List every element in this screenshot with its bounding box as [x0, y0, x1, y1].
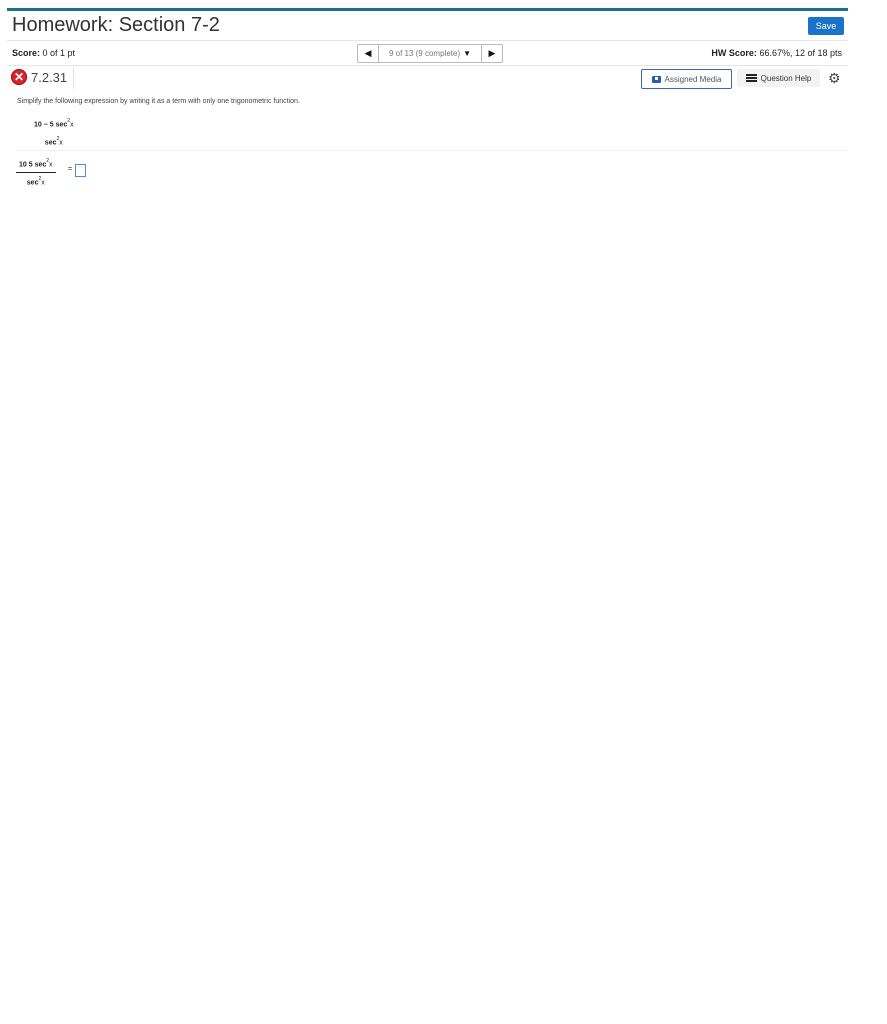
- hw-score-label: HW Score:: [711, 48, 757, 58]
- assigned-media-button[interactable]: Assigned Media: [641, 69, 732, 89]
- score: Score: 0 of 1 pt: [12, 48, 75, 58]
- page-title: Homework: Section 7-2: [12, 14, 220, 36]
- list-icon: [745, 74, 757, 82]
- fraction-numerator: 10 5 sec2x: [19, 158, 53, 169]
- question-help-button[interactable]: Question Help: [737, 69, 820, 87]
- fraction-bar: [31, 132, 77, 133]
- question-id-group: ✕ 7.2.31: [11, 69, 67, 85]
- fraction-numerator: 10 − 5 sec2x: [34, 118, 74, 129]
- fraction-bar: [16, 172, 56, 174]
- top-accent-bar: [7, 8, 848, 11]
- hw-score: HW Score: 66.67%, 12 of 18 pts: [711, 48, 842, 58]
- triangle-left-icon: ◀: [364, 48, 372, 58]
- question-position-text: 9 of 13 (9 complete): [388, 49, 461, 58]
- score-value: 0 of 1 pt: [42, 48, 76, 58]
- answer-input[interactable]: [75, 164, 86, 177]
- assigned-media-label: Assigned Media: [664, 74, 722, 84]
- incorrect-x-icon: ✕: [11, 69, 27, 85]
- triangle-right-icon: ▶: [488, 48, 496, 58]
- question-id: 7.2.31: [31, 69, 68, 85]
- previous-question-button[interactable]: ◀: [358, 45, 379, 62]
- score-label: Score:: [12, 48, 41, 58]
- next-question-button[interactable]: ▶: [481, 45, 502, 62]
- divider: [16, 150, 847, 151]
- fraction-denominator: sec2x: [26, 176, 45, 187]
- save-button[interactable]: Save: [808, 17, 844, 35]
- gear-icon[interactable]: ⚙: [828, 71, 841, 85]
- question-selector-dropdown[interactable]: 9 of 13 (9 complete) ▼: [379, 45, 481, 62]
- divider: [7, 65, 848, 66]
- divider: [7, 40, 848, 41]
- media-icon: [651, 75, 661, 83]
- question-instruction: Simplify the following expression by wri…: [17, 98, 300, 105]
- equals-sign: =: [68, 166, 73, 173]
- expression-fraction: 10 − 5 sec2x sec2x: [31, 117, 77, 149]
- question-navigator: ◀ 9 of 13 (9 complete) ▼ ▶: [357, 44, 503, 63]
- divider: [73, 67, 74, 89]
- question-help-label: Question Help: [760, 73, 812, 83]
- caret-down-icon: ▼: [463, 49, 472, 58]
- hw-score-value: 66.67%, 12 of 18 pts: [759, 48, 842, 58]
- answer-fraction: 10 5 sec2x sec2x: [16, 157, 56, 189]
- fraction-denominator: sec2x: [44, 136, 63, 147]
